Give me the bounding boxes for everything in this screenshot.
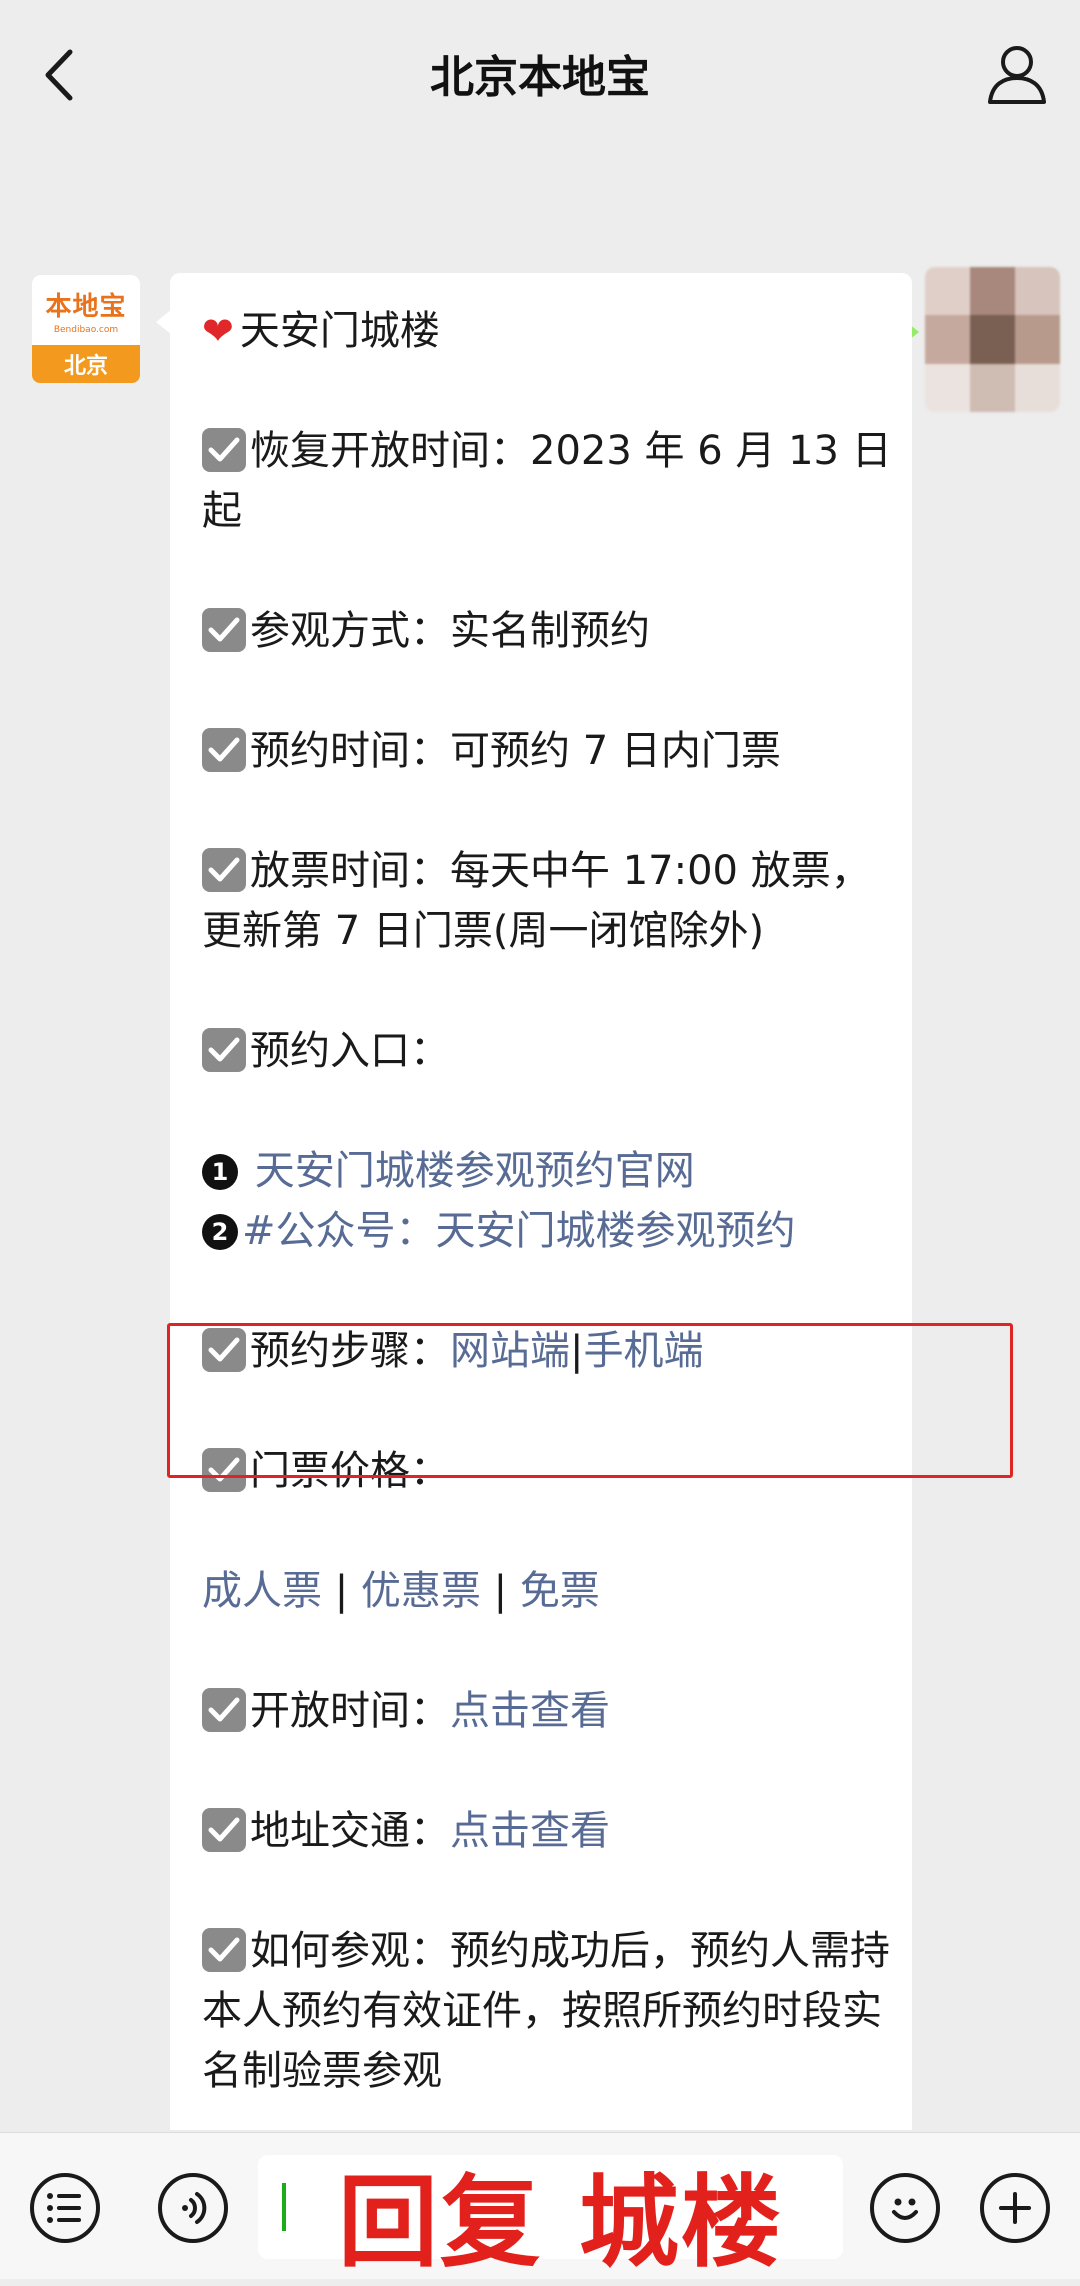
- visit-method-line: 参观方式：实名制预约: [202, 601, 892, 661]
- back-chevron-icon[interactable]: [30, 40, 90, 110]
- checkbox-icon: [202, 1448, 246, 1492]
- checkbox-icon: [202, 848, 246, 892]
- input-text: 回复 城楼: [338, 2164, 783, 2281]
- checkbox-icon: [202, 1808, 246, 1852]
- message-title-line: ❤ 天安门城楼: [202, 301, 892, 361]
- hours-label: 开放时间：: [250, 1688, 450, 1734]
- plus-icon[interactable]: [980, 2173, 1050, 2243]
- text-cursor: [282, 2183, 286, 2231]
- price-separator: |: [322, 1568, 361, 1614]
- how-to-visit-line: 如何参观：预约成功后，预约人需持本人预约有效证件，按照所预约时段实名制验票参观: [202, 1921, 892, 2101]
- voice-icon[interactable]: [158, 2173, 228, 2243]
- message-title: 天安门城楼: [239, 308, 440, 354]
- steps-separator: |: [570, 1328, 584, 1374]
- address-label: 地址交通：: [250, 1808, 450, 1854]
- ticket-release-line: 放票时间：每天中午 17:00 放票，更新第 7 日门票(周一闭馆除外): [202, 841, 892, 961]
- price-free-link[interactable]: 免票: [520, 1568, 600, 1614]
- address-link[interactable]: 点击查看: [450, 1808, 610, 1854]
- checkbox-icon: [202, 1928, 246, 1972]
- checkbox-icon: [202, 728, 246, 772]
- steps-line: 预约步骤：网站端|手机端: [202, 1321, 892, 1381]
- price-discount-link[interactable]: 优惠票: [361, 1568, 481, 1614]
- avatar-domain: Bendibao.com: [53, 324, 119, 335]
- booking-window-line: 预约时间：可预约 7 日内门票: [202, 721, 892, 781]
- heart-icon: ❤: [202, 309, 234, 353]
- chat-area[interactable]: 城楼 本地宝 Bendibao.com 北京 ❤天安门城楼 恢复开放时间：202…: [0, 145, 1080, 2130]
- hours-line: 开放时间：点击查看: [202, 1681, 892, 1741]
- checkbox-icon: [202, 428, 246, 472]
- price-label-line: 门票价格：: [202, 1441, 892, 1501]
- address-line: 地址交通：点击查看: [202, 1801, 892, 1861]
- hours-link[interactable]: 点击查看: [450, 1688, 610, 1734]
- checkbox-icon: [202, 608, 246, 652]
- chat-header: 北京本地宝: [0, 0, 1080, 145]
- reopen-text: 恢复开放时间：2023 年 6 月 13 日起: [202, 428, 892, 534]
- price-separator: |: [480, 1568, 520, 1614]
- entry-links: 1 天安门城楼参观预约官网 2 #公众号：天安门城楼参观预约: [202, 1141, 892, 1261]
- entry-label: 预约入口：: [250, 1028, 450, 1074]
- booking-window-text: 预约时间：可预约 7 日内门票: [250, 728, 781, 774]
- input-bar: 回复 城楼: [0, 2132, 1080, 2281]
- entry-link-official-site[interactable]: 天安门城楼参观预约官网: [255, 1148, 695, 1194]
- entry-link-official-account[interactable]: 天安门城楼参观预约: [436, 1208, 796, 1254]
- my-avatar[interactable]: [925, 267, 1060, 412]
- steps-label: 预约步骤：: [250, 1328, 450, 1374]
- number-two-icon: 2: [202, 1214, 238, 1250]
- avatar-brand: 本地宝: [45, 291, 127, 322]
- how-to-visit-text: 如何参观：预约成功后，预约人需持本人预约有效证件，按照所预约时段实名制验票参观: [202, 1928, 890, 2094]
- entry-label-line: 预约入口：: [202, 1021, 892, 1081]
- visit-method-text: 参观方式：实名制预约: [250, 608, 650, 654]
- checkbox-icon: [202, 1028, 246, 1072]
- price-links-line: 成人票 | 优惠票 | 免票: [202, 1561, 892, 1621]
- received-message-bubble[interactable]: ❤ 天安门城楼 恢复开放时间：2023 年 6 月 13 日起 参观方式：实名制预…: [156, 273, 912, 2130]
- emoji-icon[interactable]: [870, 2173, 940, 2243]
- avatar-city: 北京: [63, 354, 108, 379]
- ticket-release-text: 放票时间：每天中午 17:00 放票，更新第 7 日门票(周一闭馆除外): [202, 848, 871, 954]
- chat-title: 北京本地宝: [430, 51, 650, 103]
- steps-mobile-link[interactable]: 手机端: [583, 1328, 703, 1374]
- number-one-icon: 1: [202, 1154, 238, 1190]
- account-avatar[interactable]: 本地宝 Bendibao.com 北京: [32, 275, 140, 383]
- profile-icon[interactable]: [982, 38, 1052, 108]
- price-label: 门票价格：: [250, 1448, 450, 1494]
- checkbox-icon: [202, 1328, 246, 1372]
- checkbox-icon: [202, 1688, 246, 1732]
- list-menu-icon[interactable]: [30, 2173, 100, 2243]
- entry-2-prefix: #公众号：: [242, 1208, 436, 1254]
- message-content: ❤ 天安门城楼 恢复开放时间：2023 年 6 月 13 日起 参观方式：实名制预…: [202, 301, 892, 2130]
- reopen-line: 恢复开放时间：2023 年 6 月 13 日起: [202, 421, 892, 541]
- steps-web-link[interactable]: 网站端: [450, 1328, 570, 1374]
- price-adult-link[interactable]: 成人票: [202, 1568, 322, 1614]
